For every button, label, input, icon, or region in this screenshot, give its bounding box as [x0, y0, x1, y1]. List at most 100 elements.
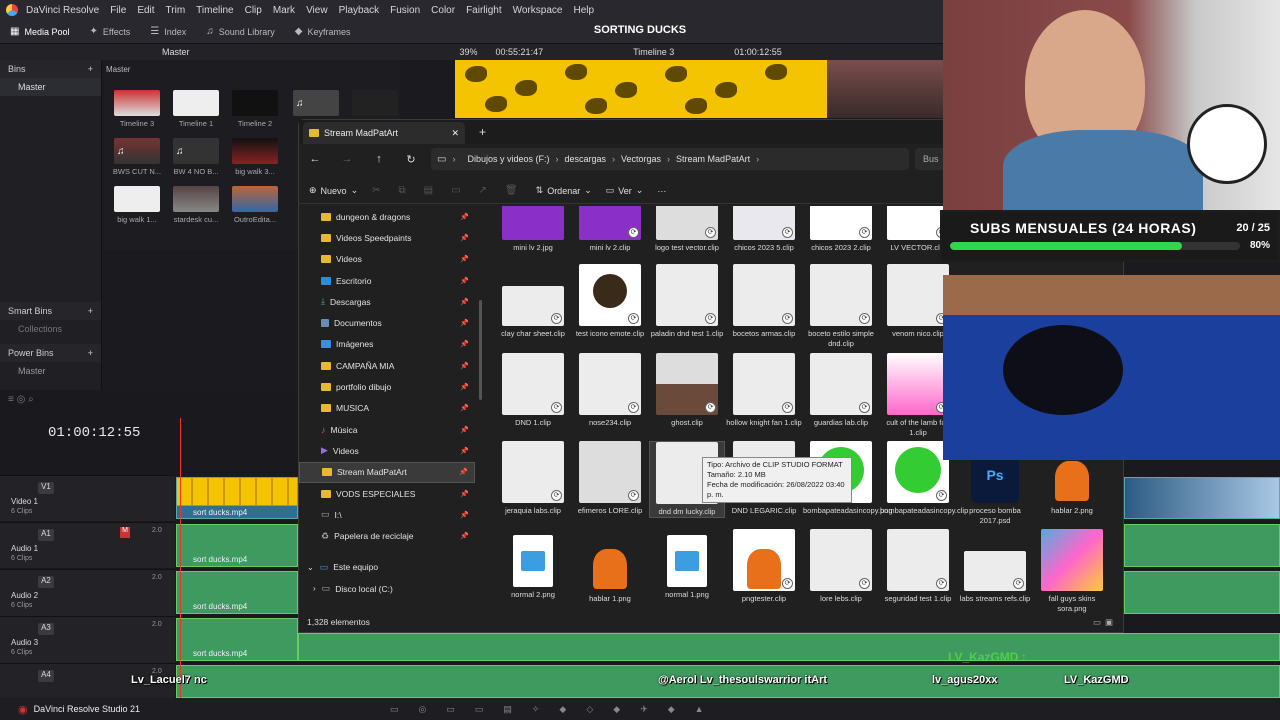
menu-playback[interactable]: Playback — [339, 5, 380, 16]
effects-button[interactable]: ✦ Effects — [79, 26, 130, 37]
file-item[interactable]: ⟳ chicos 2023 2.clip — [803, 206, 879, 253]
file-item[interactable]: ⟳ nose234.clip — [572, 353, 648, 428]
audio-clip[interactable] — [1124, 524, 1280, 567]
nav-item-selected[interactable]: Stream MadPatArt 📌 — [299, 461, 475, 483]
audio-clip-thumb[interactable]: ♫ — [293, 90, 339, 116]
menu-trim[interactable]: Trim — [166, 5, 186, 16]
index-button[interactable]: ☰ Index — [140, 26, 186, 37]
copy-icon[interactable]: ⧉ — [399, 185, 406, 196]
audio-clip[interactable]: sort ducks.mp4 — [176, 571, 298, 614]
nav-item[interactable]: MUSICA 📌 — [299, 398, 475, 419]
new-button[interactable]: ⊕ Nuevo ⌄ — [309, 185, 358, 196]
clip-thumb[interactable]: ♫ — [114, 138, 160, 164]
nav-item[interactable]: Imágenes 📌 — [299, 334, 475, 355]
sound-library-button[interactable]: ♫ Sound Library — [196, 26, 275, 37]
file-item[interactable]: normal 2.png — [495, 529, 571, 600]
nav-item[interactable]: CAMPAÑA MIA 📌 — [299, 355, 475, 376]
cut-icon[interactable]: ✂ — [372, 185, 380, 196]
up-icon[interactable]: ↑ — [363, 153, 395, 165]
nav-item[interactable]: Documentos 📌 — [299, 312, 475, 333]
nav-scrollbar[interactable] — [479, 300, 482, 400]
audio-clip[interactable]: sort ducks.mp4 — [176, 618, 298, 661]
menu-mark[interactable]: Mark — [273, 5, 295, 16]
taskbar-app-label[interactable]: DaVinci Resolve Studio 21 — [34, 704, 140, 714]
file-item[interactable]: ⟳ chicos 2023 5.clip — [726, 206, 802, 253]
file-item[interactable]: ⟳ guardias lab.clip — [803, 353, 879, 428]
file-item[interactable]: ⟳ hollow knight fan 1.clip — [726, 353, 802, 428]
nav-this-pc[interactable]: ⌄ ▭ Este equipo — [299, 557, 475, 578]
taskbar-apps-icon[interactable]: ▭◎▭▭▤✧◆◇◆✈◆▲ — [390, 704, 724, 715]
back-icon[interactable]: ← — [299, 153, 331, 165]
menu-fairlight[interactable]: Fairlight — [466, 5, 502, 16]
timeline-tools-icon[interactable]: ≡ ◎ ⌕ — [8, 394, 34, 405]
file-item[interactable]: fall guys skins sora.png — [1034, 529, 1110, 614]
breadcrumb[interactable]: descargas — [564, 154, 606, 164]
audio-clip[interactable] — [1124, 571, 1280, 614]
forward-icon[interactable]: → — [331, 153, 363, 165]
file-item[interactable]: ⟳ logo test vector.clip — [649, 206, 725, 253]
clip-thumb[interactable]: ♫ — [173, 138, 219, 164]
audio-clip[interactable] — [298, 633, 1280, 661]
clip-thumb[interactable] — [352, 90, 398, 116]
menu-workspace[interactable]: Workspace — [513, 5, 563, 16]
rename-icon[interactable]: ▭ — [451, 185, 460, 196]
refresh-icon[interactable]: ↻ — [395, 153, 427, 166]
breadcrumb[interactable]: Dibujos y videos (F:) — [467, 154, 549, 164]
timeline-name[interactable]: Timeline 3 — [633, 47, 674, 57]
bin-master[interactable]: Master — [0, 78, 101, 96]
nav-item[interactable]: ⤓ Descargas 📌 — [299, 291, 475, 312]
file-item[interactable]: hablar 1.png — [572, 529, 648, 604]
nav-item[interactable]: Videos Speedpaints 📌 — [299, 227, 475, 248]
smart-bins-header[interactable]: Smart Bins + — [0, 302, 101, 320]
nav-local-disk[interactable]: › ▭ Disco local (C:) — [299, 578, 475, 599]
view-button[interactable]: ▭ Ver ⌄ — [606, 185, 644, 196]
power-bins-header[interactable]: Power Bins + — [0, 344, 101, 362]
explorer-tab[interactable]: Stream MadPatArt ✕ — [303, 122, 465, 144]
path-field[interactable]: ▭ › Dibujos y videos (F:) › descargas › Ve… — [431, 148, 909, 170]
power-bin-master[interactable]: Master — [0, 362, 101, 380]
nav-item[interactable]: ▶ Videos 📌 — [299, 440, 475, 461]
video-clip[interactable] — [1124, 477, 1280, 519]
file-item[interactable]: ⟳ test icono emote.clip — [572, 264, 648, 339]
audio-clip[interactable]: sort ducks.mp4 — [176, 524, 298, 567]
menu-edit[interactable]: Edit — [137, 5, 154, 16]
new-tab-icon[interactable]: + — [479, 125, 486, 139]
add-power-bin-icon[interactable]: + — [88, 348, 93, 358]
add-bin-icon[interactable]: + — [88, 64, 93, 74]
clip-thumb[interactable] — [232, 138, 278, 164]
menu-clip[interactable]: Clip — [245, 5, 262, 16]
file-item[interactable]: ⟳ paladin dnd test 1.clip — [649, 264, 725, 339]
clip-thumb[interactable] — [173, 186, 219, 212]
clip-thumb[interactable] — [114, 90, 160, 116]
playhead[interactable] — [180, 418, 181, 698]
keyframes-button[interactable]: ◆ Keyframes — [285, 26, 351, 37]
nav-item[interactable]: ♪ Música 📌 — [299, 419, 475, 440]
nav-item[interactable]: Videos 📌 — [299, 249, 475, 270]
add-smart-bin-icon[interactable]: + — [88, 306, 93, 316]
file-item[interactable]: ⟳ seguridad test 1.clip — [880, 529, 956, 604]
menu-fusion[interactable]: Fusion — [390, 5, 420, 16]
file-item[interactable]: ⟳ boceto estilo simple dnd.clip — [803, 264, 879, 349]
delete-icon[interactable]: 🗑 — [505, 185, 518, 196]
file-item[interactable]: ⟳ pngtester.clip — [726, 529, 802, 604]
menu-color[interactable]: Color — [431, 5, 455, 16]
file-item[interactable]: ⟳ labs streams refs.clip — [957, 529, 1033, 604]
breadcrumb[interactable]: Stream MadPatArt — [676, 154, 750, 164]
paste-icon[interactable]: ▤ — [424, 185, 433, 196]
nav-item[interactable]: portfolio dibujo 📌 — [299, 376, 475, 397]
nav-item[interactable]: ♻ Papelera de reciclaje 📌 — [299, 525, 475, 546]
file-item[interactable]: ⟳ bocetos armas.clip — [726, 264, 802, 339]
file-item[interactable]: ⟳ lore lebs.clip — [803, 529, 879, 604]
breadcrumb[interactable]: Vectorgas — [621, 154, 661, 164]
view-toggle-icon[interactable]: ▭▣ — [1093, 617, 1117, 628]
file-item[interactable]: ⟳ ghost.clip — [649, 353, 725, 428]
file-item[interactable]: ⟳ mini lv 2.clip — [572, 206, 648, 253]
track-header-a2[interactable]: A2 2.0 Audio 2 6 Clips — [0, 569, 175, 616]
timeline-viewer[interactable] — [455, 60, 945, 118]
track-header-a3[interactable]: A3 2.0 Audio 3 6 Clips — [0, 616, 175, 663]
clip-thumb[interactable] — [173, 90, 219, 116]
clip-thumb[interactable] — [232, 90, 278, 116]
video-clip-label-bar[interactable]: sort ducks.mp4 — [176, 505, 298, 519]
file-item[interactable]: normal 1.png — [649, 529, 725, 600]
file-item[interactable]: mini lv 2.jpg — [495, 206, 571, 253]
